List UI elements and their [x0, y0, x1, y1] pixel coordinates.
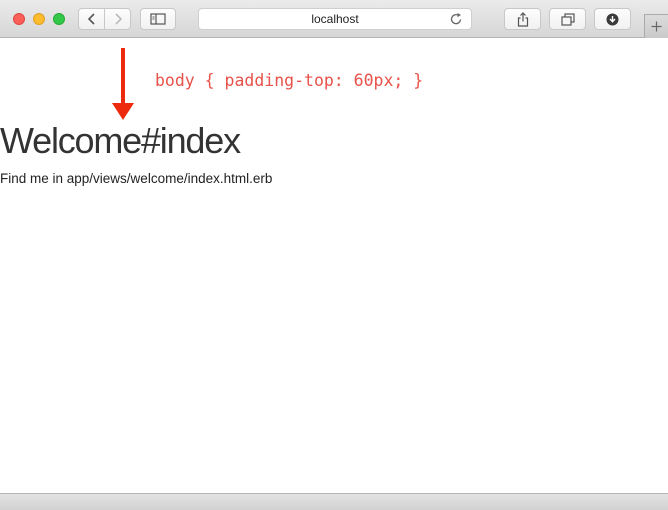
page-content: body { padding-top: 60px; } Welcome#inde…	[0, 39, 668, 493]
chevron-right-icon	[114, 13, 122, 25]
window-zoom-button[interactable]	[53, 13, 65, 25]
tabs-overview-icon	[560, 12, 575, 26]
browser-toolbar: localhost	[0, 0, 668, 38]
back-button[interactable]	[78, 8, 105, 30]
download-icon	[606, 13, 619, 25]
address-bar[interactable]: localhost	[198, 8, 472, 30]
new-tab-button[interactable]	[644, 14, 668, 38]
share-icon	[517, 11, 528, 27]
status-bar	[0, 493, 668, 510]
css-annotation: body { padding-top: 60px; }	[155, 71, 424, 90]
sidebar-icon	[150, 13, 166, 25]
page-paragraph: Find me in app/views/welcome/index.html.…	[0, 171, 273, 186]
window-minimize-button[interactable]	[33, 13, 45, 25]
forward-button[interactable]	[104, 8, 131, 30]
chevron-left-icon	[87, 13, 95, 25]
address-text: localhost	[311, 12, 359, 26]
downloads-button[interactable]	[594, 8, 631, 30]
window-close-button[interactable]	[13, 13, 25, 25]
reload-icon[interactable]	[450, 12, 463, 26]
show-tabs-button[interactable]	[549, 8, 586, 30]
plus-icon	[651, 21, 662, 32]
down-arrow-icon	[112, 48, 134, 120]
share-button[interactable]	[504, 8, 541, 30]
sidebar-button[interactable]	[140, 8, 176, 30]
page-title: Welcome#index	[0, 120, 241, 161]
